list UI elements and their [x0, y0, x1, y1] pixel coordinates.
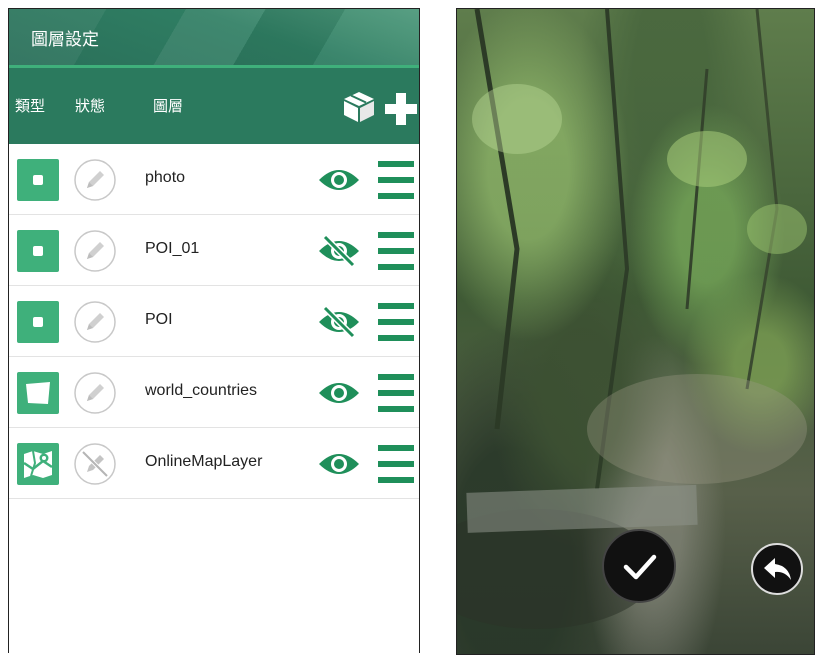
- layer-name: OnlineMapLayer: [145, 453, 263, 470]
- layer-name: POI_01: [145, 240, 200, 257]
- drag-handle-icon[interactable]: [377, 300, 415, 344]
- layer-row[interactable]: POI_01: [9, 215, 419, 286]
- check-icon: [623, 554, 657, 580]
- drag-handle-icon[interactable]: [377, 442, 415, 486]
- eye-off-icon[interactable]: [317, 234, 361, 268]
- photo-preview: [456, 8, 815, 655]
- page-title: 圖層設定: [31, 30, 99, 50]
- edit-pencil-icon[interactable]: [73, 371, 117, 415]
- point-icon: [17, 230, 59, 272]
- confirm-button[interactable]: [602, 529, 676, 603]
- reply-arrow-icon: [764, 558, 791, 580]
- column-header: 類型 狀態 圖層: [9, 68, 419, 144]
- back-button[interactable]: [751, 543, 803, 595]
- polygon-icon: [17, 372, 59, 414]
- import-box-icon[interactable]: [341, 90, 377, 124]
- layer-row[interactable]: photo: [9, 144, 419, 215]
- eye-icon[interactable]: [317, 448, 361, 480]
- layer-list: photo POI_01 POI world_countries OnlineM…: [9, 144, 419, 499]
- title-bar: 圖層設定: [9, 9, 419, 65]
- edit-pencil-icon[interactable]: [73, 229, 117, 273]
- edit-disabled-icon[interactable]: [73, 442, 117, 486]
- layer-row[interactable]: world_countries: [9, 357, 419, 428]
- eye-icon[interactable]: [317, 377, 361, 409]
- layer-name: photo: [145, 169, 186, 186]
- column-layer-label: 圖層: [153, 97, 184, 115]
- eye-icon[interactable]: [317, 164, 361, 196]
- edit-pencil-icon[interactable]: [73, 300, 117, 344]
- online-map-icon: [17, 443, 59, 485]
- eye-off-icon[interactable]: [317, 305, 361, 339]
- drag-handle-icon[interactable]: [377, 158, 415, 202]
- point-icon: [17, 301, 59, 343]
- column-type-label: 類型: [15, 97, 46, 115]
- column-status-label: 狀態: [75, 97, 106, 115]
- drag-handle-icon[interactable]: [377, 229, 415, 273]
- drag-handle-icon[interactable]: [377, 371, 415, 415]
- layer-name: world_countries: [145, 382, 258, 399]
- layer-row[interactable]: OnlineMapLayer: [9, 428, 419, 499]
- add-icon[interactable]: [384, 92, 418, 126]
- layer-row[interactable]: POI: [9, 286, 419, 357]
- edit-pencil-icon[interactable]: [73, 158, 117, 202]
- point-icon: [17, 159, 59, 201]
- layer-name: POI: [145, 311, 173, 328]
- layer-settings-panel: 圖層設定 類型 狀態 圖層 photo POI_01 POI world_cou…: [8, 8, 420, 653]
